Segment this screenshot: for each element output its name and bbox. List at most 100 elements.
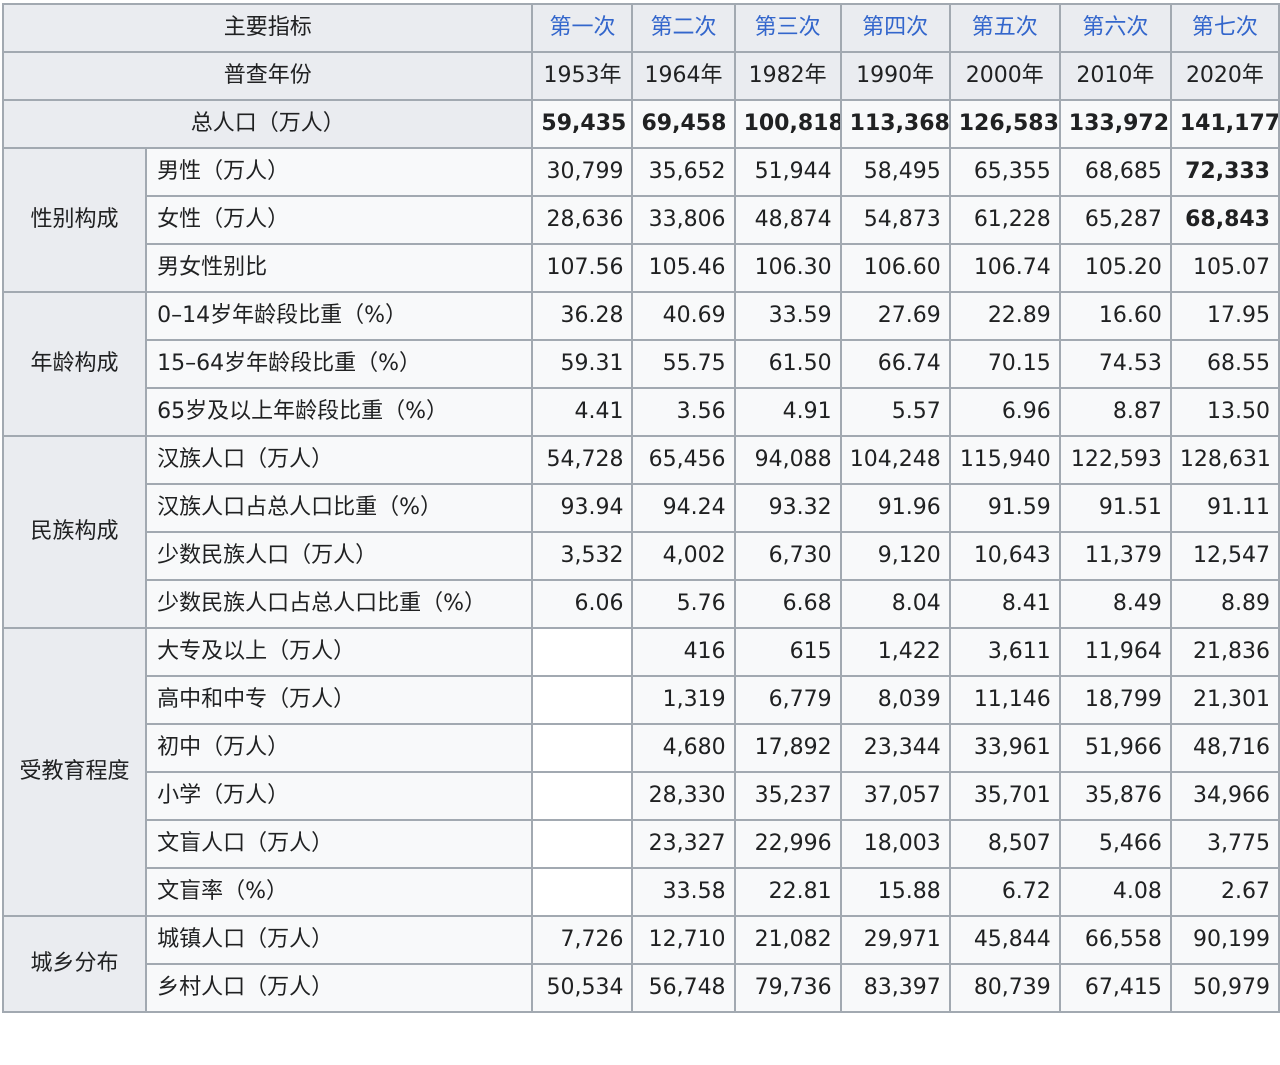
census-link[interactable]: 第三次 (733, 3, 842, 53)
table-row: 15–64岁年龄段比重（%） 59.31 55.75 61.50 66.74 70.15 7… (3, 339, 1280, 389)
cell-value: 50,979 (1169, 963, 1280, 1013)
cell-value: 107.56 (531, 243, 634, 293)
cell-value: 4.91 (733, 387, 842, 437)
year-header: 普查年份 (1, 51, 534, 101)
cell-value (531, 627, 634, 677)
cell-value: 3,775 (1169, 819, 1280, 869)
census-table: 主要指标 第一次 第二次 第三次 第四次 第五次 第六次 第七次 普查年份 1953年 1964年 1… (1, 3, 1280, 1013)
group-label: 性别构成 (1, 147, 148, 293)
table-row: 男女性别比 107.56 105.46 106.30 106.60 106.74 105.2… (3, 243, 1280, 293)
cell-value: 21,082 (733, 915, 842, 965)
row-label: 高中和中专（万人） (145, 675, 534, 725)
census-year: 2010年 (1058, 51, 1172, 101)
cell-value: 45,844 (948, 915, 1061, 965)
cell-value: 6,730 (733, 531, 842, 581)
cell-value: 5,466 (1058, 819, 1172, 869)
cell-value: 74.53 (1058, 339, 1172, 389)
cell-value: 105.46 (631, 243, 736, 293)
table-row: 汉族人口占总人口比重（%） 93.94 94.24 93.32 91.96 91.59 91… (3, 483, 1280, 533)
cell-value: 8.89 (1169, 579, 1280, 629)
indicator-header: 主要指标 (1, 3, 534, 53)
cell-value: 68,685 (1058, 147, 1172, 197)
cell-value: 94.24 (631, 483, 736, 533)
cell-value: 8,039 (839, 675, 951, 725)
table-row: 城乡分布 城镇人口（万人） 7,726 12,710 21,082 29,971 45,84… (1, 915, 1280, 1013)
table-row: 少数民族人口占总人口比重（%） 6.06 5.76 6.68 8.04 8.41 8.49 8… (3, 579, 1280, 629)
cell-value: 7,726 (531, 915, 634, 965)
cell-value: 35,876 (1058, 771, 1172, 821)
census-year: 1982年 (733, 51, 842, 101)
cell-value: 105.07 (1169, 243, 1280, 293)
cell-value: 4.41 (531, 387, 634, 437)
table-row: 小学（万人） 28,330 35,237 37,057 35,701 35,876 34,9… (3, 771, 1280, 821)
cell-value: 8,507 (948, 819, 1061, 869)
cell-value: 6.68 (733, 579, 842, 629)
row-label: 少数民族人口占总人口比重（%） (145, 579, 534, 629)
cell-value: 12,547 (1169, 531, 1280, 581)
census-link[interactable]: 第四次 (839, 3, 951, 53)
cell-value: 33.59 (733, 291, 842, 341)
cell-value: 54,728 (531, 435, 634, 485)
census-year: 1953年 (531, 51, 634, 101)
cell-value: 8.04 (839, 579, 951, 629)
census-link[interactable]: 第一次 (531, 3, 634, 53)
census-link[interactable]: 第六次 (1058, 3, 1172, 53)
cell-value: 51,966 (1058, 723, 1172, 773)
total-value: 59,435 (531, 99, 634, 149)
cell-value: 3,532 (531, 531, 634, 581)
cell-value: 416 (631, 627, 736, 677)
cell-value: 33,961 (948, 723, 1061, 773)
cell-value: 6.96 (948, 387, 1061, 437)
census-link[interactable]: 第五次 (948, 3, 1061, 53)
table-row: 少数民族人口（万人） 3,532 4,002 6,730 9,120 10,643 11,3… (3, 531, 1280, 581)
cell-value: 91.51 (1058, 483, 1172, 533)
cell-value: 40.69 (631, 291, 736, 341)
cell-value: 61.50 (733, 339, 842, 389)
cell-value: 615 (733, 627, 842, 677)
cell-value: 80,739 (948, 963, 1061, 1013)
row-label: 大专及以上（万人） (145, 627, 534, 677)
census-year: 2000年 (948, 51, 1061, 101)
cell-value: 94,088 (733, 435, 842, 485)
cell-value: 22,996 (733, 819, 842, 869)
table-row: 65岁及以上年龄段比重（%） 4.41 3.56 4.91 5.57 6.96 8.87 13… (3, 387, 1280, 437)
cell-value (531, 867, 634, 917)
cell-value: 93.32 (733, 483, 842, 533)
census-link[interactable]: 第二次 (631, 3, 736, 53)
cell-value: 35,701 (948, 771, 1061, 821)
cell-value: 51,944 (733, 147, 842, 197)
census-link[interactable]: 第七次 (1169, 3, 1280, 53)
cell-value: 6,779 (733, 675, 842, 725)
cell-value (531, 675, 634, 725)
row-label: 小学（万人） (145, 771, 534, 821)
cell-value: 8.41 (948, 579, 1061, 629)
table-row: 民族构成 汉族人口（万人） 54,728 65,456 94,088 104,248 115… (1, 435, 1280, 629)
cell-value: 35,237 (733, 771, 842, 821)
cell-value: 11,964 (1058, 627, 1172, 677)
cell-value: 23,344 (839, 723, 951, 773)
cell-value (531, 771, 634, 821)
cell-value: 6.06 (531, 579, 634, 629)
cell-value: 54,873 (839, 195, 951, 245)
cell-value: 4,002 (631, 531, 736, 581)
cell-value: 90,199 (1169, 915, 1280, 965)
cell-value: 68,843 (1169, 195, 1280, 245)
cell-value: 72,333 (1169, 147, 1280, 197)
cell-value: 61,228 (948, 195, 1061, 245)
cell-value: 70.15 (948, 339, 1061, 389)
cell-value: 5.76 (631, 579, 736, 629)
row-label: 男性（万人） (145, 147, 534, 197)
group-label: 城乡分布 (1, 915, 148, 1013)
cell-value: 22.81 (733, 867, 842, 917)
row-label: 乡村人口（万人） (145, 963, 534, 1013)
cell-value: 12,710 (631, 915, 736, 965)
census-year: 1990年 (839, 51, 951, 101)
cell-value: 48,716 (1169, 723, 1280, 773)
header-row-years: 普查年份 1953年 1964年 1982年 1990年 2000年 2010年 2020年 (1, 51, 1280, 101)
cell-value: 106.30 (733, 243, 842, 293)
cell-value: 50,534 (531, 963, 634, 1013)
cell-value: 1,319 (631, 675, 736, 725)
cell-value: 11,379 (1058, 531, 1172, 581)
total-row: 总人口（万人） 59,435 69,458 100,818 113,368 126,583… (1, 99, 1280, 149)
cell-value: 128,631 (1169, 435, 1280, 485)
